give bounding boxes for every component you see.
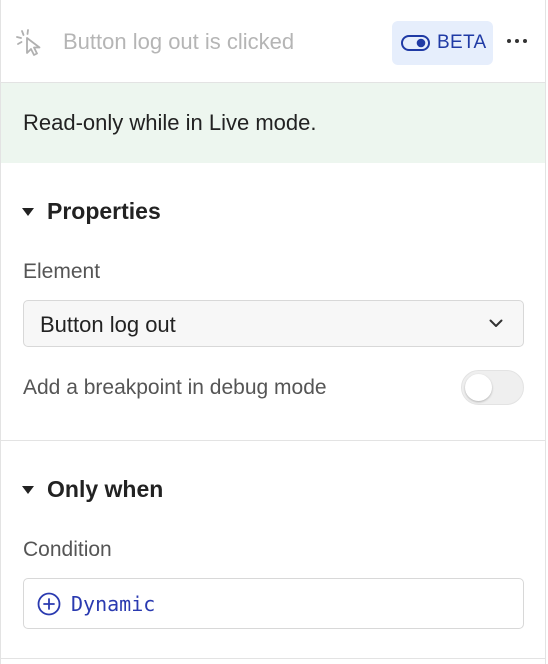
toggle-knob <box>465 374 492 401</box>
element-select[interactable]: Button log out <box>23 300 524 347</box>
element-label: Element <box>23 260 101 283</box>
properties-title: Properties <box>47 198 161 224</box>
chevron-down-icon <box>489 319 503 327</box>
section-divider <box>1 658 545 659</box>
beta-toggle-button[interactable]: BETA <box>392 21 493 65</box>
plus-circle-icon <box>37 592 61 615</box>
condition-dynamic-input[interactable]: Dynamic <box>23 578 524 629</box>
event-panel: Button log out is clicked BETA Read-only… <box>0 0 546 664</box>
event-title: Button log out is clicked <box>63 29 295 54</box>
properties-section-toggle[interactable]: Properties <box>21 198 161 225</box>
element-select-value: Button log out <box>40 312 176 337</box>
more-dot <box>515 39 519 43</box>
beta-label: BETA <box>437 32 487 53</box>
breakpoint-toggle[interactable] <box>461 370 524 405</box>
caret-down-icon <box>22 207 34 216</box>
toggle-icon <box>401 35 430 51</box>
cursor-click-icon <box>16 29 41 56</box>
condition-label: Condition <box>23 538 112 561</box>
more-horizontal-icon <box>507 39 511 43</box>
live-mode-banner: Read-only while in Live mode. <box>1 83 545 163</box>
section-divider <box>1 440 545 441</box>
more-dot <box>523 39 527 43</box>
more-options-button[interactable] <box>503 26 531 56</box>
only-when-section-toggle[interactable]: Only when <box>21 476 163 503</box>
panel-header: Button log out is clicked BETA <box>1 0 545 83</box>
caret-down-icon <box>22 485 34 494</box>
only-when-title: Only when <box>47 476 164 502</box>
banner-text: Read-only while in Live mode. <box>23 110 317 135</box>
breakpoint-label: Add a breakpoint in debug mode <box>23 376 327 399</box>
dynamic-label: Dynamic <box>71 591 156 616</box>
